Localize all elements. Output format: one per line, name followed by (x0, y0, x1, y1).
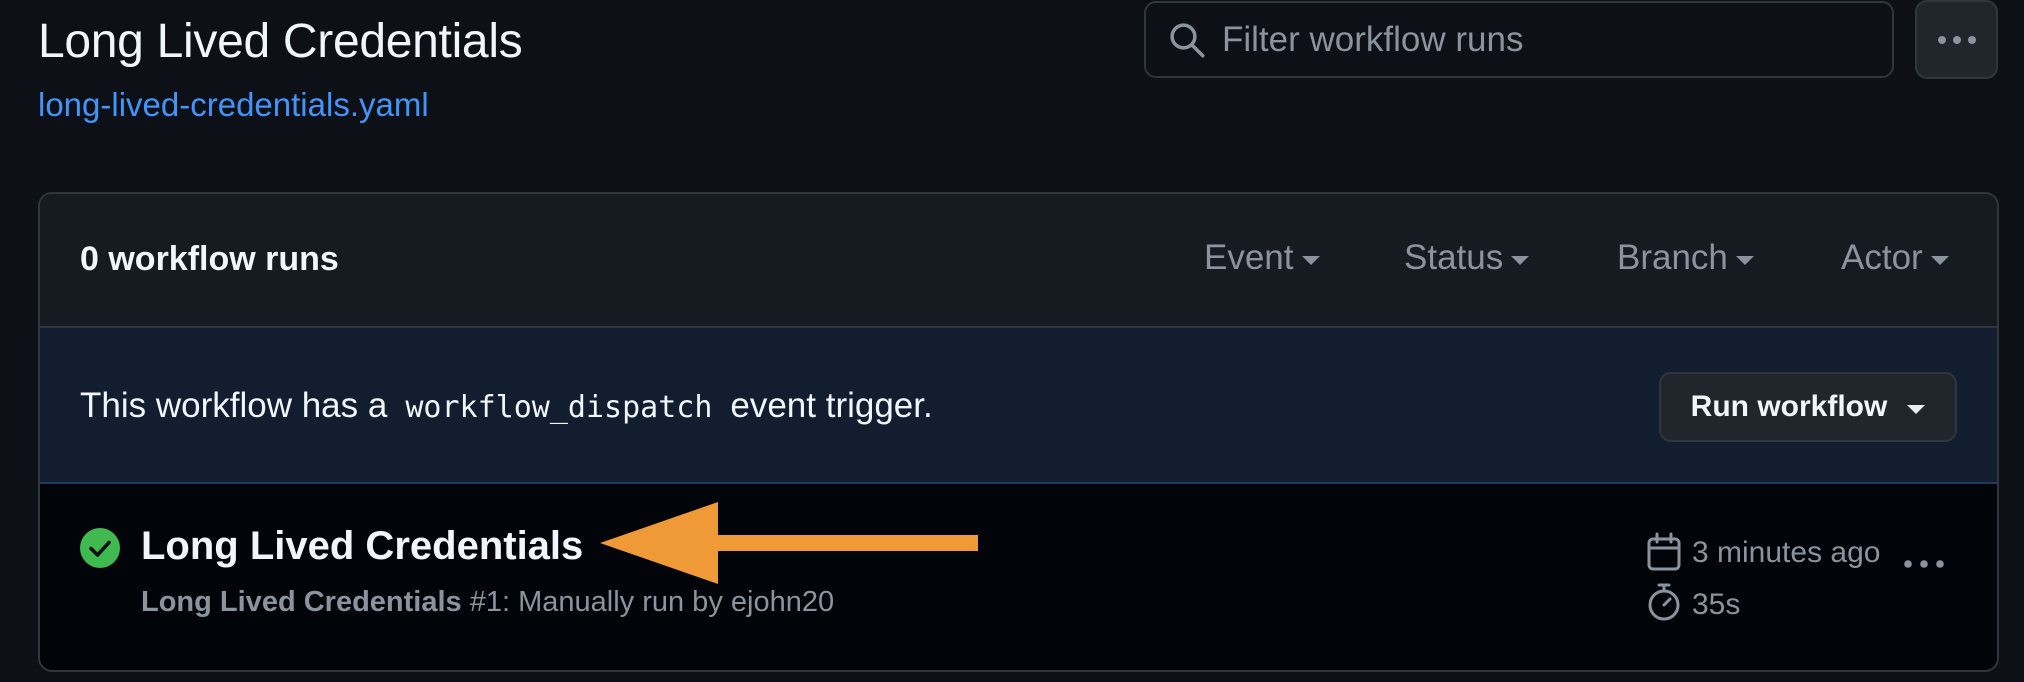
caret-down-icon (1735, 255, 1754, 265)
dispatch-text-before: This workflow has a (80, 386, 388, 425)
calendar-icon (1647, 532, 1681, 571)
workflow-runs-box: 0 workflow runs Event Status Branch Acto… (38, 192, 1999, 672)
branch-filter-label: Branch (1617, 238, 1728, 277)
workflow-run-row[interactable]: Long Lived Credentials Long Lived Creden… (40, 484, 1997, 670)
caret-down-icon (1930, 255, 1949, 265)
workflow-file-link[interactable]: long-lived-credentials.yaml (38, 86, 429, 124)
caret-down-icon (1907, 404, 1926, 414)
actor-filter-dropdown[interactable]: Actor (1841, 238, 1949, 278)
dispatch-message: This workflow has a workflow_dispatch ev… (80, 386, 933, 426)
workflow-runs-page: Long Lived Credentials long-lived-creden… (0, 0, 2024, 682)
event-filter-dropdown[interactable]: Event (1204, 238, 1320, 278)
arrow-left-icon (600, 502, 978, 584)
dispatch-text-after: event trigger. (730, 386, 933, 425)
run-workflow-label: Run workflow (1690, 390, 1888, 423)
caret-down-icon (1301, 255, 1320, 265)
page-title: Long Lived Credentials (38, 15, 523, 68)
dispatch-event-code: workflow_dispatch (405, 390, 713, 425)
filter-runs-input[interactable] (1222, 9, 1892, 70)
kebab-horizontal-icon[interactable] (1902, 554, 1946, 574)
run-duration: 35s (1692, 588, 1741, 621)
run-title-link[interactable]: Long Lived Credentials (141, 524, 583, 569)
run-workflow-name: Long Lived Credentials (141, 586, 462, 618)
event-filter-label: Event (1204, 238, 1294, 277)
filter-runs-search (1144, 1, 1894, 78)
actor-filter-label: Actor (1841, 238, 1923, 277)
kebab-horizontal-icon (1937, 35, 1976, 44)
workflow-runs-count: 0 workflow runs (80, 240, 339, 278)
stopwatch-icon (1648, 583, 1680, 621)
check-circle-fill-icon (80, 528, 120, 568)
runs-box-header: 0 workflow runs Event Status Branch Acto… (40, 194, 1997, 328)
caret-down-icon (1511, 255, 1530, 265)
status-filter-label: Status (1404, 238, 1504, 277)
status-filter-dropdown[interactable]: Status (1404, 238, 1530, 278)
branch-filter-dropdown[interactable]: Branch (1617, 238, 1754, 278)
run-workflow-button[interactable]: Run workflow (1659, 372, 1957, 442)
run-time-ago: 3 minutes ago (1692, 536, 1881, 569)
search-icon (1170, 22, 1205, 57)
workflow-more-options-button[interactable] (1915, 0, 1998, 79)
run-meta-detail: #1: Manually run by ejohn20 (461, 586, 835, 618)
workflow-dispatch-banner: This workflow has a workflow_dispatch ev… (40, 328, 1997, 484)
run-meta: Long Lived Credentials #1: Manually run … (141, 586, 834, 619)
